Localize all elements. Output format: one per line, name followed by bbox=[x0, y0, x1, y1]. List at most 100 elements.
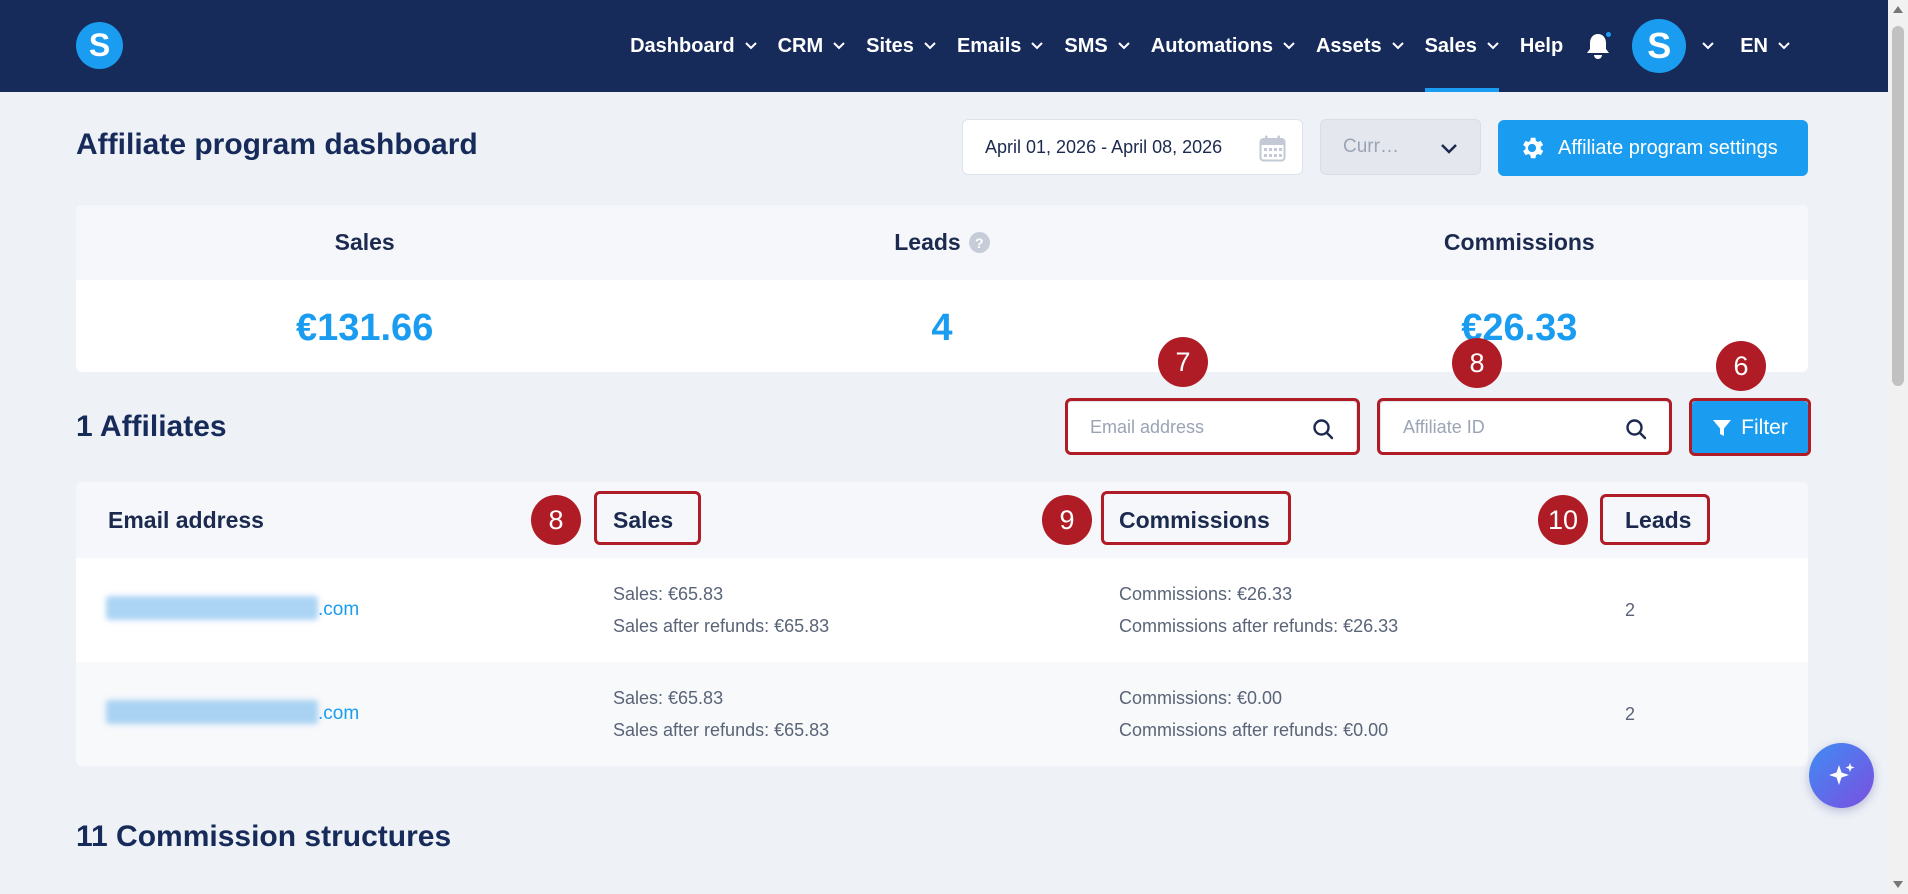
stat-leads-value: 4 bbox=[931, 306, 953, 349]
affiliate-email-link[interactable]: .com bbox=[106, 594, 359, 626]
affiliates-title: 1 Affiliates bbox=[76, 410, 227, 443]
date-range-value: April 01, 2026 - April 08, 2026 bbox=[985, 136, 1223, 157]
gear-icon bbox=[1523, 137, 1544, 159]
stat-commissions-label: Commissions bbox=[1443, 229, 1595, 255]
currency-select[interactable]: Curr… bbox=[1320, 119, 1481, 175]
filter-button-label: Filter bbox=[1741, 415, 1788, 439]
search-icon[interactable] bbox=[1625, 418, 1647, 440]
column-header-sales[interactable]: Sales bbox=[613, 482, 673, 558]
affiliate-id-search-field[interactable] bbox=[1380, 401, 1670, 454]
column-header-email[interactable]: Email address bbox=[108, 482, 264, 558]
notifications-bell-icon[interactable] bbox=[1584, 30, 1614, 61]
nav-crm[interactable]: CRM bbox=[778, 0, 846, 92]
language-selector[interactable]: EN bbox=[1740, 0, 1790, 92]
chevron-down-icon bbox=[1391, 42, 1404, 50]
annotation-badge-email-search: 7 bbox=[1158, 337, 1208, 387]
sales-cell: Sales: €65.83 Sales after refunds: €65.8… bbox=[613, 578, 829, 642]
nav-assets[interactable]: Assets bbox=[1316, 0, 1404, 92]
nav-help[interactable]: Help bbox=[1520, 0, 1563, 92]
commissions-after-refunds-value: Commissions after refunds: €0.00 bbox=[1119, 720, 1389, 740]
stat-commissions-header: Commissions bbox=[1231, 205, 1808, 280]
stat-leads-header: Leads ? bbox=[653, 205, 1230, 280]
annotation-badge-commissions-column: 9 bbox=[1042, 495, 1092, 545]
stats-card: Sales Leads ? Commissions €131.66 4 €26.… bbox=[76, 205, 1808, 372]
commissions-after-refunds-value: Commissions after refunds: €26.33 bbox=[1119, 616, 1399, 636]
nav-automations[interactable]: Automations bbox=[1151, 0, 1295, 92]
annotation-badge-filter: 6 bbox=[1716, 341, 1766, 391]
nav-crm-label: CRM bbox=[777, 34, 824, 57]
chevron-down-icon bbox=[1441, 144, 1457, 154]
chevron-down-icon bbox=[1702, 42, 1714, 50]
settings-button-label: Affiliate program settings bbox=[1558, 136, 1778, 159]
nav-sms-label: SMS bbox=[1064, 34, 1108, 57]
annotation-badge-affiliate-id-search: 8 bbox=[1452, 338, 1502, 388]
commissions-value: Commissions: €26.33 bbox=[1119, 584, 1293, 604]
commission-structures-title: 11 Commission structures bbox=[76, 820, 452, 853]
chevron-down-icon bbox=[1031, 42, 1044, 50]
top-navbar: S Dashboard CRM Sites Emails SMS Automat… bbox=[0, 0, 1888, 92]
user-menu[interactable]: S bbox=[1632, 19, 1714, 73]
stats-values: €131.66 4 €26.33 bbox=[76, 280, 1808, 372]
chevron-down-icon bbox=[1118, 42, 1130, 50]
affiliate-id-search-input[interactable] bbox=[1403, 417, 1603, 438]
redacted-email-blur bbox=[106, 596, 318, 620]
stat-sales-cell: €131.66 bbox=[76, 280, 653, 372]
affiliate-email-link[interactable]: .com bbox=[106, 698, 359, 730]
redacted-email-blur bbox=[106, 700, 318, 724]
currency-placeholder: Curr… bbox=[1343, 136, 1399, 157]
email-search-input[interactable] bbox=[1090, 417, 1290, 438]
stat-sales-header: Sales bbox=[76, 205, 653, 280]
nav-help-label: Help bbox=[1519, 34, 1564, 57]
stat-sales-label: Sales bbox=[334, 229, 395, 255]
filter-button[interactable]: Filter bbox=[1692, 401, 1808, 454]
affiliate-program-settings-button[interactable]: Affiliate program settings bbox=[1498, 120, 1808, 176]
sales-value: Sales: €65.83 bbox=[613, 688, 724, 708]
leads-value: 2 bbox=[1625, 600, 1636, 620]
nav-dashboard-label: Dashboard bbox=[630, 34, 735, 57]
chevron-down-icon bbox=[833, 42, 845, 50]
email-suffix: .com bbox=[318, 599, 360, 620]
nav-emails-label: Emails bbox=[956, 34, 1022, 57]
page-title: Affiliate program dashboard bbox=[76, 128, 478, 161]
stats-header: Sales Leads ? Commissions bbox=[76, 205, 1808, 280]
help-icon[interactable]: ? bbox=[968, 232, 990, 253]
ai-assistant-button[interactable] bbox=[1809, 743, 1874, 808]
stat-sales-value: €131.66 bbox=[295, 306, 434, 349]
commissions-cell: Commissions: €0.00 Commissions after ref… bbox=[1119, 682, 1388, 746]
chevron-down-icon bbox=[924, 42, 936, 50]
brand-logo[interactable]: S bbox=[76, 22, 123, 69]
scrollbar-thumb[interactable] bbox=[1892, 26, 1904, 386]
filter-funnel-icon bbox=[1713, 419, 1732, 436]
chevron-down-icon bbox=[744, 42, 757, 50]
avatar: S bbox=[1632, 19, 1687, 73]
nav-sites[interactable]: Sites bbox=[866, 0, 936, 92]
table-row: .com Sales: €65.83 Sales after refunds: … bbox=[76, 558, 1808, 662]
nav-sites-label: Sites bbox=[866, 34, 914, 57]
sales-cell: Sales: €65.83 Sales after refunds: €65.8… bbox=[613, 682, 829, 746]
sales-after-refunds-value: Sales after refunds: €65.83 bbox=[613, 616, 830, 636]
sparkle-icon bbox=[1828, 762, 1854, 785]
nav-assets-label: Assets bbox=[1315, 34, 1382, 57]
nav-emails[interactable]: Emails bbox=[956, 0, 1044, 92]
calendar-icon bbox=[1259, 135, 1286, 162]
column-header-commissions[interactable]: Commissions bbox=[1119, 482, 1270, 558]
email-search-field[interactable] bbox=[1067, 401, 1357, 454]
page-scrollbar[interactable] bbox=[1888, 0, 1908, 894]
table-row: .com Sales: €65.83 Sales after refunds: … bbox=[76, 662, 1808, 766]
scroll-down-arrow-icon[interactable] bbox=[1893, 881, 1903, 888]
nav-sms[interactable]: SMS bbox=[1064, 0, 1130, 92]
stat-leads-label: Leads bbox=[894, 229, 961, 255]
chevron-down-icon bbox=[1487, 42, 1499, 50]
nav-sales[interactable]: Sales bbox=[1424, 0, 1500, 92]
nav-sales-label: Sales bbox=[1424, 34, 1477, 57]
annotation-badge-leads-column: 10 bbox=[1538, 495, 1588, 545]
nav-automations-label: Automations bbox=[1150, 34, 1273, 57]
search-icon[interactable] bbox=[1312, 418, 1334, 440]
column-header-leads[interactable]: Leads bbox=[1625, 482, 1691, 558]
sales-value: Sales: €65.83 bbox=[613, 584, 724, 604]
date-range-picker[interactable]: April 01, 2026 - April 08, 2026 bbox=[962, 119, 1303, 175]
nav-dashboard[interactable]: Dashboard bbox=[630, 0, 757, 92]
scroll-up-arrow-icon[interactable] bbox=[1893, 6, 1903, 13]
stat-leads-label-wrap: Leads ? bbox=[894, 229, 990, 256]
commissions-cell: Commissions: €26.33 Commissions after re… bbox=[1119, 578, 1398, 642]
